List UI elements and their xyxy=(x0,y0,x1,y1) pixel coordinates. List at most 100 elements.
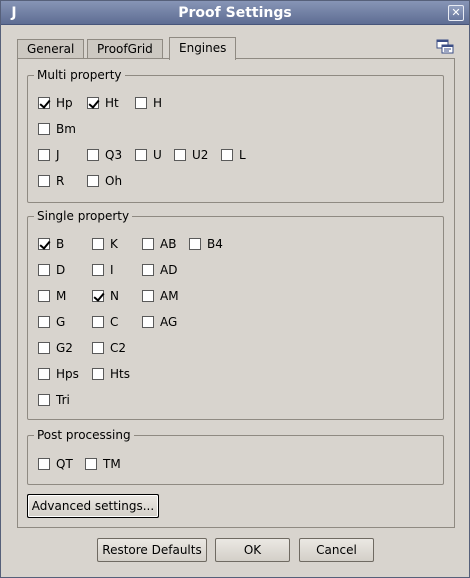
checkbox-j[interactable]: J xyxy=(38,147,60,163)
checkbox-box[interactable] xyxy=(135,149,147,161)
checkbox-ad[interactable]: AD xyxy=(142,262,177,278)
checkbox-box[interactable] xyxy=(92,264,104,276)
checkbox-label: R xyxy=(56,174,65,188)
checkbox-box[interactable] xyxy=(87,97,99,109)
checkbox-r[interactable]: R xyxy=(38,173,64,189)
checkbox-bm[interactable]: Bm xyxy=(38,121,76,137)
checkbox-box[interactable] xyxy=(92,290,104,302)
checkbox-label: G2 xyxy=(56,341,73,355)
tab-general[interactable]: General xyxy=(17,39,85,59)
checkbox-ht[interactable]: Ht xyxy=(87,95,119,111)
checkbox-box[interactable] xyxy=(135,97,147,109)
checkbox-label: Q3 xyxy=(105,148,123,162)
checkbox-ab[interactable]: AB xyxy=(142,236,176,252)
single-property-group: Single property xyxy=(27,209,444,420)
checkbox-tri[interactable]: Tri xyxy=(38,392,70,408)
checkbox-label: AD xyxy=(160,263,178,277)
checkbox-box[interactable] xyxy=(92,342,104,354)
checkbox-g[interactable]: G xyxy=(38,314,65,330)
checkbox-label: TM xyxy=(103,457,121,471)
checkbox-g2[interactable]: G2 xyxy=(38,340,73,356)
checkbox-label: C2 xyxy=(110,341,127,355)
checkbox-box[interactable] xyxy=(38,123,50,135)
checkbox-box[interactable] xyxy=(87,149,99,161)
checkbox-box[interactable] xyxy=(38,175,50,187)
checkbox-label: AM xyxy=(160,289,179,303)
checkbox-tm[interactable]: TM xyxy=(85,456,121,472)
tab-engines[interactable]: Engines xyxy=(169,37,237,60)
window-list-icon[interactable] xyxy=(436,39,454,55)
checkbox-label: H xyxy=(153,96,163,110)
checkbox-box[interactable] xyxy=(92,238,104,250)
checkbox-qt[interactable]: QT xyxy=(38,456,73,472)
checkbox-k[interactable]: K xyxy=(92,236,118,252)
checkbox-label: Hps xyxy=(56,367,79,381)
checkbox-q3[interactable]: Q3 xyxy=(87,147,122,163)
checkbox-label: QT xyxy=(56,457,73,471)
checkbox-label: K xyxy=(110,237,118,251)
checkbox-h[interactable]: H xyxy=(135,95,162,111)
checkbox-box[interactable] xyxy=(221,149,233,161)
checkbox-ag[interactable]: AG xyxy=(142,314,177,330)
proof-settings-dialog: J Proof Settings ✕ General ProofGrid Eng… xyxy=(0,0,470,578)
tab-proofgrid[interactable]: ProofGrid xyxy=(87,39,163,59)
cancel-button[interactable]: Cancel xyxy=(299,538,374,562)
checkbox-hts[interactable]: Hts xyxy=(92,366,130,382)
checkbox-box[interactable] xyxy=(142,290,154,302)
title-bar[interactable]: J Proof Settings ✕ xyxy=(1,1,469,25)
checkbox-label: N xyxy=(110,289,119,303)
checkbox-u2[interactable]: U2 xyxy=(174,147,208,163)
post-processing-label: Post processing xyxy=(34,428,134,443)
checkbox-d[interactable]: D xyxy=(38,262,65,278)
checkbox-box[interactable] xyxy=(38,368,50,380)
checkbox-c2[interactable]: C2 xyxy=(92,340,126,356)
checkbox-box[interactable] xyxy=(38,238,50,250)
checkbox-oh[interactable]: Oh xyxy=(87,173,122,189)
checkbox-u[interactable]: U xyxy=(135,147,162,163)
checkbox-label: B xyxy=(56,237,65,251)
checkbox-box[interactable] xyxy=(85,458,97,470)
checkbox-i[interactable]: I xyxy=(92,262,114,278)
checkbox-b[interactable]: B xyxy=(38,236,64,252)
advanced-settings-button[interactable]: Advanced settings... xyxy=(27,494,159,518)
checkbox-label: I xyxy=(110,263,114,277)
checkbox-box[interactable] xyxy=(92,368,104,380)
checkbox-n[interactable]: N xyxy=(92,288,119,304)
checkbox-box[interactable] xyxy=(38,342,50,354)
checkbox-l[interactable]: L xyxy=(221,147,246,163)
checkbox-label: Hts xyxy=(110,367,130,381)
checkbox-box[interactable] xyxy=(38,394,50,406)
checkbox-box[interactable] xyxy=(38,149,50,161)
restore-defaults-button[interactable]: Restore Defaults xyxy=(97,538,207,562)
checkbox-box[interactable] xyxy=(38,316,50,328)
checkbox-box[interactable] xyxy=(142,264,154,276)
checkbox-box[interactable] xyxy=(189,238,201,250)
checkbox-box[interactable] xyxy=(87,175,99,187)
checkbox-box[interactable] xyxy=(38,458,50,470)
checkbox-label: AG xyxy=(160,315,178,329)
checkbox-label: G xyxy=(56,315,66,329)
checkbox-label: M xyxy=(56,289,67,303)
close-button[interactable]: ✕ xyxy=(448,5,464,21)
checkbox-label: Oh xyxy=(105,174,123,188)
checkbox-label: AB xyxy=(160,237,177,251)
checkbox-box[interactable] xyxy=(92,316,104,328)
ok-button[interactable]: OK xyxy=(215,538,290,562)
checkbox-b4[interactable]: B4 xyxy=(189,236,223,252)
checkbox-c[interactable]: C xyxy=(92,314,118,330)
checkbox-am[interactable]: AM xyxy=(142,288,179,304)
checkbox-label: D xyxy=(56,263,66,277)
checkbox-box[interactable] xyxy=(174,149,186,161)
checkbox-box[interactable] xyxy=(38,264,50,276)
checkbox-label: U xyxy=(153,148,162,162)
checkbox-m[interactable]: M xyxy=(38,288,66,304)
checkbox-hps[interactable]: Hps xyxy=(38,366,79,382)
checkbox-box[interactable] xyxy=(142,316,154,328)
checkbox-box[interactable] xyxy=(38,290,50,302)
checkbox-label: Tri xyxy=(56,393,70,407)
single-property-label: Single property xyxy=(34,209,133,224)
checkbox-hp[interactable]: Hp xyxy=(38,95,73,111)
checkbox-box[interactable] xyxy=(142,238,154,250)
checkbox-box[interactable] xyxy=(38,97,50,109)
checkbox-label: U2 xyxy=(192,148,209,162)
